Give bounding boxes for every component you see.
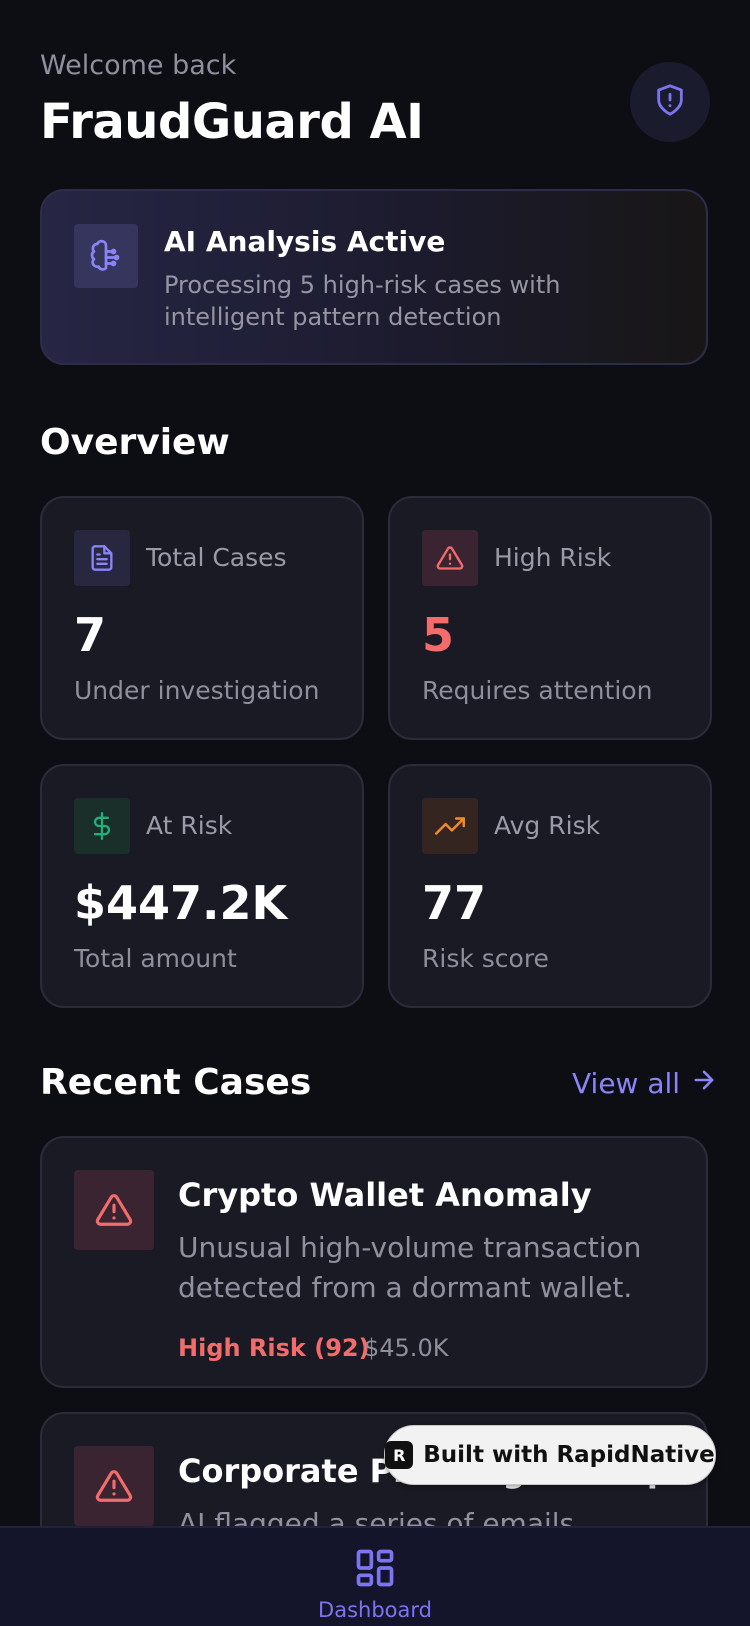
ai-status-title: AI Analysis Active [164,225,446,258]
stat-subtitle: Risk score [422,944,549,973]
stat-subtitle: Requires attention [422,676,653,705]
stat-value: 7 [74,608,107,662]
overview-heading: Overview [40,422,230,463]
arrow-right-icon [690,1066,718,1101]
rapidnative-logo-icon: R [385,1441,414,1469]
case-description: Unusual high-volume transaction detected… [178,1231,642,1304]
case-title: Crypto Wallet Anomaly [178,1176,592,1214]
dashboard-grid-icon [353,1546,397,1594]
stat-card-high-risk[interactable]: High Risk 5 Requires attention [388,496,712,740]
stat-card-avg-risk[interactable]: Avg Risk 77 Risk score [388,764,712,1008]
view-all-label: View all [572,1067,681,1100]
stat-label: Avg Risk [494,811,601,840]
case-amount: $45.0K [364,1334,449,1362]
security-button[interactable] [630,62,710,142]
ai-analysis-card[interactable]: AI Analysis Active Processing 5 high-ris… [40,189,708,365]
stat-label: Total Cases [146,543,287,572]
built-with-badge[interactable]: R Built with RapidNative [384,1425,716,1485]
risk-level-label: High Risk (92) [178,1334,370,1362]
document-icon [74,530,130,586]
trending-up-icon [422,798,478,854]
warning-icon [74,1446,154,1526]
tab-label: Dashboard [318,1598,432,1622]
stat-value: 5 [422,608,455,662]
recent-cases-heading: Recent Cases [40,1062,312,1103]
page-title: FraudGuard AI [40,94,424,150]
stat-label: High Risk [494,543,612,572]
stat-card-at-risk[interactable]: At Risk $447.2K Total amount [40,764,364,1008]
welcome-text: Welcome back [40,50,237,81]
view-all-link[interactable]: View all [572,1066,718,1101]
bottom-tab-bar: Dashboard [0,1526,750,1626]
dollar-icon [74,798,130,854]
warning-icon [422,530,478,586]
stat-subtitle: Total amount [74,944,237,973]
brain-icon [74,224,138,288]
stat-label: At Risk [146,811,233,840]
tab-dashboard[interactable]: Dashboard [318,1546,432,1622]
shield-alert-icon [653,83,687,121]
case-card[interactable]: Crypto Wallet Anomaly Unusual high-volum… [40,1136,708,1388]
stat-value: $447.2K [74,876,288,930]
stat-subtitle: Under investigation [74,676,320,705]
ai-status-description: Processing 5 high-risk cases with intell… [164,271,561,331]
warning-icon [74,1170,154,1250]
stat-card-total-cases[interactable]: Total Cases 7 Under investigation [40,496,364,740]
stat-value: 77 [422,876,487,930]
badge-label: Built with RapidNative [423,1442,715,1468]
